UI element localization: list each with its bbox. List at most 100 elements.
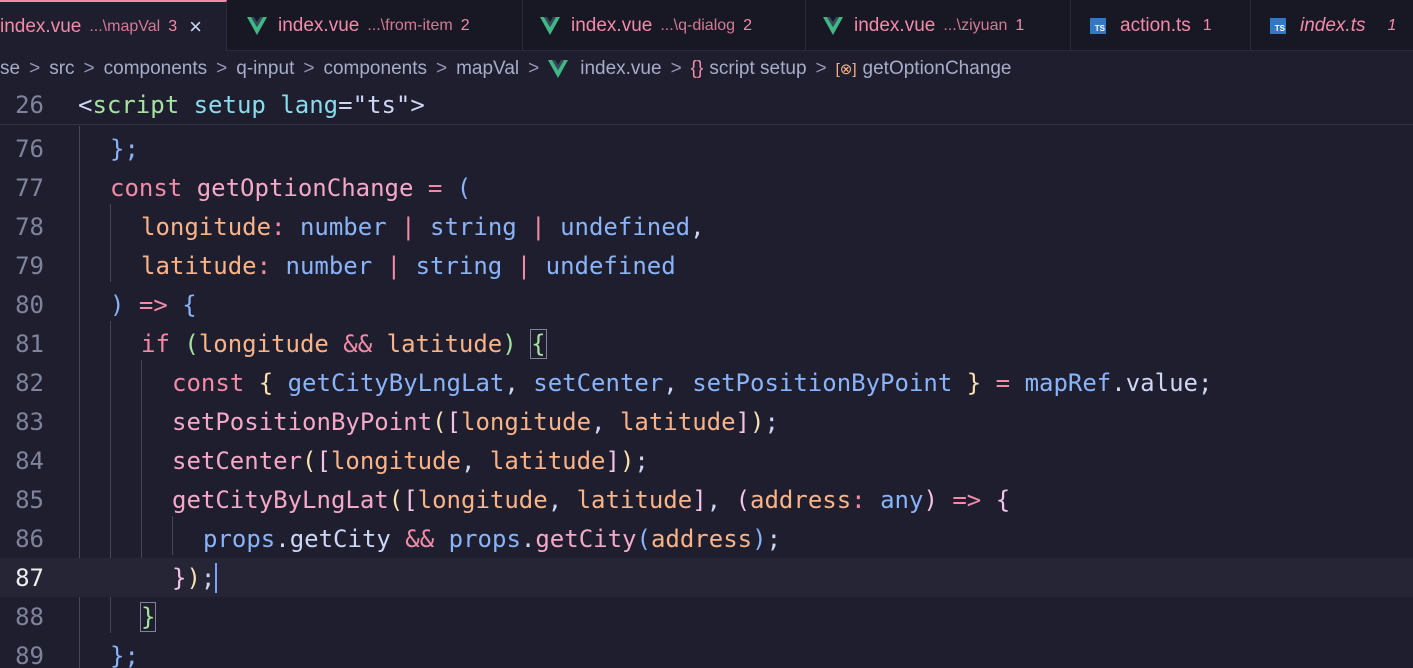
tab-index-ts[interactable]: TS index.ts 1 [1251,0,1413,51]
line-number: 77 [15,173,44,202]
line-number: 86 [15,524,44,553]
line-number: 87 [15,563,44,592]
breadcrumb-symbol-label: getOptionChange [862,58,1012,79]
code-content: const getOptionChange = ( [110,173,472,202]
close-icon[interactable]: × [189,14,202,40]
breadcrumb-separator: > [528,58,540,79]
breadcrumb-item[interactable]: components [104,58,208,80]
tab-path: ...\mapVal [89,17,161,35]
code-content: const { getCityByLngLat, setCenter, setP… [172,368,1213,397]
line-number: 82 [15,368,44,397]
line-number: 85 [15,485,44,514]
code-line: 80 ) => { [0,285,1413,324]
code-line: 85 getCityByLngLat([longitude, latitude]… [0,480,1413,519]
code-content: }; [110,641,139,668]
breadcrumb-separator: > [670,58,682,79]
line-number: 76 [15,134,44,163]
tab-problem-count: 1 [1387,16,1397,34]
tab-problem-count: 1 [1015,16,1025,34]
code-content: longitude: number | string | undefined, [141,212,705,241]
breadcrumb-file[interactable]: index.vue [548,58,662,80]
typescript-icon: TS [1270,17,1286,34]
code-content: }); [172,562,218,593]
typescript-icon: TS [1090,17,1106,34]
text-cursor [215,562,218,593]
tab-title: index.vue [278,14,360,36]
code-content: props .getCity && props. getCity(address); [203,524,782,553]
breadcrumb-symbol[interactable]: [⊗] getOptionChange [836,58,1012,80]
tab-title: index.vue [854,14,936,36]
code-line: 81 if (longitude && latitude) { [0,324,1413,363]
breadcrumb-script-label: script setup [709,58,807,79]
code-content: } [139,601,157,632]
breadcrumb-separator: > [303,58,315,79]
breadcrumb-separator: > [29,58,41,79]
line-number: 79 [15,251,44,280]
tab-title: index.ts [1300,14,1366,36]
vue-logo-icon [548,60,569,78]
breadcrumb-item[interactable]: q-input [236,58,294,80]
line-number: 26 [15,91,44,119]
tab-problem-count: 1 [1202,16,1212,34]
code-line: 78 longitude: number | string | undefine… [0,207,1413,246]
line-number: 83 [15,407,44,436]
tab-path: ...\q-dialog [660,16,736,34]
code-line: 84 setCenter([longitude, latitude]); [0,441,1413,480]
tab-title: index.vue [0,15,82,37]
code-content: < script setup lang = "ts" > [78,91,425,119]
tab-index-vue-from-item[interactable]: index.vue ...\from-item 2 [227,0,523,51]
tab-index-vue-mapval[interactable]: index.vue ...\mapVal 3 × [0,0,227,51]
code-line: 88 } [0,597,1413,636]
tab-title: action.ts [1120,14,1191,36]
line-number: 81 [15,329,44,358]
code-line: 26 < script setup lang = "ts" > [0,86,1413,125]
vue-logo-icon [540,16,560,35]
tab-index-vue-q-dialog[interactable]: index.vue ...\q-dialog 2 [523,0,806,51]
code-content: setCenter([longitude, latitude]); [172,446,649,475]
breadcrumb-separator: > [815,58,827,79]
breadcrumb-item[interactable]: components [323,58,427,80]
breadcrumb: se > src > components > q-input > compon… [0,52,1413,86]
braces-icon: {} [690,58,704,79]
tab-path: ...\from-item [367,16,453,34]
editor-tab-bar: index.vue ...\mapVal 3 × index.vue ...\f… [0,0,1413,51]
tab-action-ts[interactable]: TS action.ts 1 [1071,0,1251,51]
vue-logo-icon [823,16,843,35]
code-line: 82 const { getCityByLngLat, setCenter, s… [0,363,1413,402]
code-line: 89 }; [0,636,1413,668]
code-line-current: 87 }); [0,558,1413,597]
breadcrumb-script-setup[interactable]: {} script setup [691,58,807,80]
symbol-variable-icon: [⊗] [835,61,857,78]
breadcrumb-item[interactable]: se [0,58,20,80]
breadcrumb-file-label: index.vue [580,58,662,79]
code-content: latitude: number | string | undefined [141,251,676,280]
code-content: setPositionByPoint([longitude, latitude]… [172,407,779,436]
line-number: 84 [15,446,44,475]
breadcrumb-separator: > [83,58,95,79]
vue-logo-icon [247,16,267,35]
code-content: getCityByLngLat([longitude, latitude], (… [172,485,1011,514]
code-content: ) => { [110,290,197,319]
breadcrumb-separator: > [435,58,448,79]
breadcrumb-separator: > [216,58,228,79]
code-editor[interactable]: 26 < script setup lang = "ts" > 76 }; 77 con… [0,86,1413,668]
breadcrumb-item[interactable]: mapVal [456,58,519,80]
code-line: 76 }; [0,129,1413,168]
line-number: 80 [15,290,44,319]
line-number: 88 [15,602,44,631]
code-content: }; [110,134,139,163]
tab-path: ...\ziyuan [943,16,1008,34]
tab-index-vue-ziyuan[interactable]: index.vue ...\ziyuan 1 [806,0,1071,51]
tab-title: index.vue [571,14,653,36]
code-content: if (longitude && latitude) { [141,328,547,359]
tab-problem-count: 2 [743,16,752,34]
line-number: 89 [15,641,44,668]
breadcrumb-item[interactable]: src [49,58,74,80]
code-line: 77 const getOptionChange = ( [0,168,1413,207]
tab-problem-count: 2 [460,16,470,34]
code-line: 86 props .getCity && props. getCity(addres… [0,519,1413,558]
tab-problem-count: 3 [168,17,178,35]
line-number: 78 [15,212,44,241]
code-line: 83 setPositionByPoint([longitude, latitu… [0,402,1413,441]
code-line: 79 latitude: number | string | undefined [0,246,1413,285]
